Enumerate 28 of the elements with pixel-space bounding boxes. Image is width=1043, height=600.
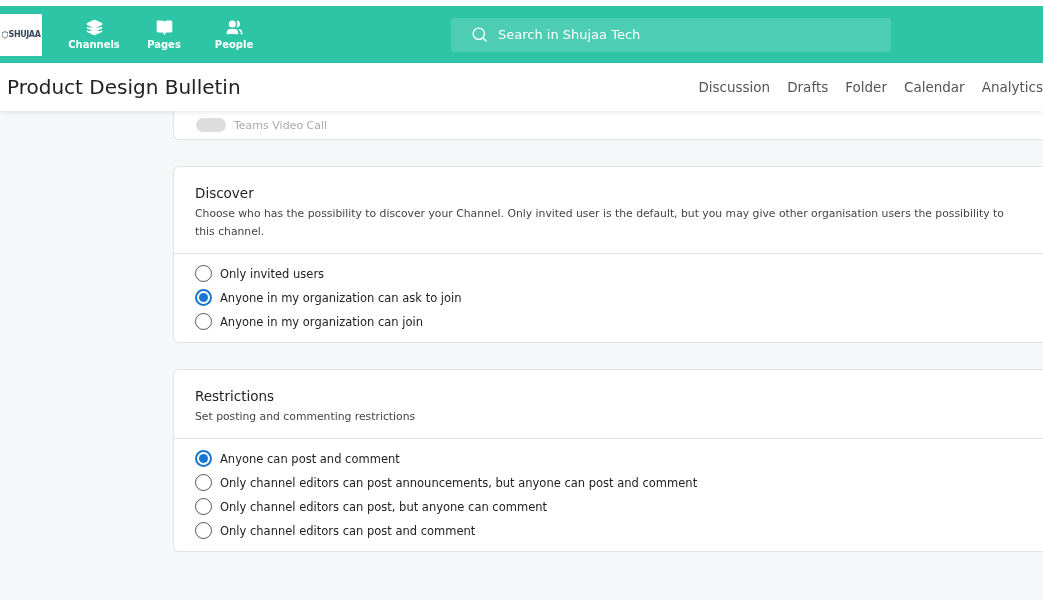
section-description: Choose who has the possibility to discover your Channel. Only invited user is the default, but you may give other organisation users the possibility to this channel.	[195, 206, 1005, 240]
radio-option[interactable]: Only invited users	[195, 265, 1022, 282]
radio-option[interactable]: Only channel editors can post and comment	[195, 522, 1022, 539]
search-icon	[471, 26, 488, 43]
toggle-label: Teams Video Call	[234, 118, 328, 132]
radio-option[interactable]: Anyone in my organization can ask to join	[195, 289, 1022, 306]
page-tab[interactable]: Drafts	[787, 79, 829, 95]
page-tab[interactable]: Calendar	[903, 79, 965, 95]
section-title: Discover	[195, 185, 255, 201]
people-icon	[225, 19, 243, 36]
radio-option[interactable]: Only channel editors can post, but anyone can comment	[195, 498, 1022, 515]
radio-option[interactable]: Anyone can post and comment	[195, 450, 1022, 467]
page-tab[interactable]: Discussion	[698, 79, 771, 95]
search-placeholder: Search in Shujaa Tech	[498, 27, 641, 42]
layers-icon	[85, 19, 103, 36]
page-tab[interactable]: Folder	[845, 79, 887, 95]
radio-option[interactable]: Anyone in my organization can join	[195, 313, 1022, 330]
page-tab[interactable]: Analytics	[981, 79, 1043, 95]
shield-icon	[1, 30, 8, 39]
section-description: Set posting and commenting restrictions	[195, 409, 417, 425]
page-title: Product Design Bulletin	[7, 75, 241, 99]
logo: SHUJAA	[0, 13, 42, 56]
radio-button[interactable]	[195, 450, 212, 467]
radio-option[interactable]: Only channel editors can post announcements, but anyone can post and comment	[195, 474, 1022, 491]
book-icon	[155, 19, 173, 36]
toggle[interactable]	[196, 118, 226, 132]
section-title: Restrictions	[195, 388, 276, 404]
radio-button[interactable]	[195, 289, 212, 306]
